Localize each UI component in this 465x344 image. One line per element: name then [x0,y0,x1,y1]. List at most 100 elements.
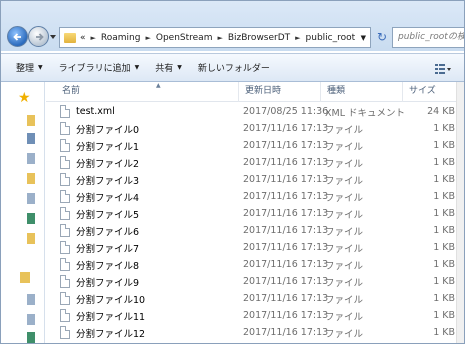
file-row[interactable]: 分割ファイル9 2017/11/16 17:13 ファイル 1 KB [46,273,464,290]
file-row[interactable]: 分割ファイル1 2017/11/16 17:13 ファイル 1 KB [46,137,464,154]
folder-icon[interactable] [27,233,35,244]
address-row: « ► Roaming ► OpenStream ► BizBrowserDT … [1,1,464,51]
file-row[interactable]: 分割ファイル0 2017/11/16 17:13 ファイル 1 KB [46,120,464,137]
breadcrumb-openstream[interactable]: OpenStream [156,33,213,43]
desktop-icon[interactable] [27,133,35,144]
file-type: ファイル [325,158,364,170]
file-size: 1 KB [433,157,455,168]
new-folder-button[interactable]: 新しいフォルダー [198,61,270,74]
file-type: ファイル [325,141,364,153]
file-icon [60,139,70,152]
file-icon [60,292,70,305]
add-to-library-button[interactable]: ライブラリに追加 ▼ [59,61,140,74]
file-type: ファイル [325,226,364,238]
file-size: 1 KB [433,208,455,219]
file-date: 2017/08/25 11:36 [243,106,329,117]
file-type: ファイル [325,328,364,340]
file-date: 2017/11/16 17:13 [243,293,329,304]
breadcrumb: « ► Roaming ► OpenStream ► BizBrowserDT … [80,33,355,43]
library-icon[interactable] [20,272,30,283]
file-date: 2017/11/16 17:13 [243,259,329,270]
chevron-right-icon[interactable]: ► [295,34,300,42]
file-type: ファイル [325,175,364,187]
file-date: 2017/11/16 17:13 [243,242,329,253]
file-type: ファイル [325,294,364,306]
file-name: 分割ファイル3 [76,175,140,187]
command-bar: 整理 ▼ ライブラリに追加 ▼ 共有 ▼ 新しいフォルダー [1,53,464,82]
file-row[interactable]: 分割ファイル11 2017/11/16 17:13 ファイル 1 KB [46,307,464,324]
file-size: 1 KB [433,327,455,338]
file-name: 分割ファイル4 [76,192,140,204]
file-list: test.xml 2017/08/25 11:36 XML ドキュメント 24 KB 分… [46,103,464,341]
refresh-icon[interactable]: ↻ [373,27,391,48]
file-row[interactable]: 分割ファイル12 2017/11/16 17:13 ファイル 1 KB [46,324,464,341]
explorer-window: « ► Roaming ► OpenStream ► BizBrowserDT … [0,0,465,344]
forward-arrow-icon [36,33,44,41]
file-type: ファイル [325,311,364,323]
file-row[interactable]: 分割ファイル3 2017/11/16 17:13 ファイル 1 KB [46,171,464,188]
file-size: 1 KB [433,174,455,185]
library-icon[interactable] [27,213,35,224]
file-row[interactable]: 分割ファイル4 2017/11/16 17:13 ファイル 1 KB [46,188,464,205]
address-dropdown-icon[interactable]: ▼ [361,34,366,42]
chevron-right-icon[interactable]: ► [145,34,150,42]
breadcrumb-public-root[interactable]: public_root [306,33,356,43]
folder-icon[interactable] [27,115,35,126]
file-size: 1 KB [433,276,455,287]
address-bar[interactable]: « ► Roaming ► OpenStream ► BizBrowserDT … [59,27,371,48]
organize-button[interactable]: 整理 ▼ [16,61,43,74]
file-row[interactable]: 分割ファイル8 2017/11/16 17:13 ファイル 1 KB [46,256,464,273]
breadcrumb-bizbrowserdt[interactable]: BizBrowserDT [228,33,290,43]
file-name: 分割ファイル2 [76,158,140,170]
chevron-right-icon[interactable]: ► [217,34,222,42]
library-icon[interactable] [27,314,35,325]
file-name: 分割ファイル1 [76,141,140,153]
breadcrumb-overflow[interactable]: « [80,33,86,43]
file-icon [60,326,70,339]
column-header-name[interactable]: 名前 [56,82,239,102]
file-icon [60,105,70,118]
file-icon [60,309,70,322]
breadcrumb-roaming[interactable]: Roaming [101,33,141,43]
vertical-scrollbar[interactable] [456,82,464,343]
column-header-date[interactable]: 更新日時 [239,82,321,102]
history-dropdown-icon[interactable] [50,34,56,40]
file-type: ファイル [325,192,364,204]
library-icon[interactable] [27,153,35,164]
library-icon[interactable] [27,294,35,305]
file-row[interactable]: 分割ファイル2 2017/11/16 17:13 ファイル 1 KB [46,154,464,171]
file-type: ファイル [325,124,364,136]
column-header-type[interactable]: 種類 [321,82,403,102]
search-input[interactable]: public_rootの検索 [392,27,464,48]
new-folder-label: 新しいフォルダー [197,64,270,74]
file-icon [60,224,70,237]
file-icon [60,173,70,186]
file-name: 分割ファイル5 [76,209,140,221]
file-date: 2017/11/16 17:13 [243,123,329,134]
view-options-icon[interactable] [434,63,452,75]
file-type: XML ドキュメント [325,107,406,119]
file-row[interactable]: 分割ファイル6 2017/11/16 17:13 ファイル 1 KB [46,222,464,239]
file-name: 分割ファイル9 [76,277,140,289]
file-icon [60,190,70,203]
chevron-right-icon[interactable]: ► [91,34,96,42]
column-header-size[interactable]: サイズ [403,82,458,102]
file-size: 1 KB [433,242,455,253]
file-row[interactable]: 分割ファイル10 2017/11/16 17:13 ファイル 1 KB [46,290,464,307]
file-name: 分割ファイル7 [76,243,140,255]
file-row[interactable]: 分割ファイル5 2017/11/16 17:13 ファイル 1 KB [46,205,464,222]
file-date: 2017/11/16 17:13 [243,191,329,202]
share-button[interactable]: 共有 ▼ [155,61,182,74]
library-icon[interactable] [27,193,35,204]
folder-icon[interactable] [27,173,35,184]
file-row[interactable]: test.xml 2017/08/25 11:36 XML ドキュメント 24 KB [46,103,464,120]
back-button[interactable] [7,26,28,47]
chevron-down-icon: ▼ [134,64,140,71]
add-to-library-label: ライブラリに追加 [58,64,131,74]
library-icon[interactable] [27,332,35,343]
file-size: 1 KB [433,259,455,270]
star-icon[interactable]: ★ [18,90,31,106]
forward-button[interactable] [28,26,49,47]
file-row[interactable]: 分割ファイル7 2017/11/16 17:13 ファイル 1 KB [46,239,464,256]
file-icon [60,156,70,169]
